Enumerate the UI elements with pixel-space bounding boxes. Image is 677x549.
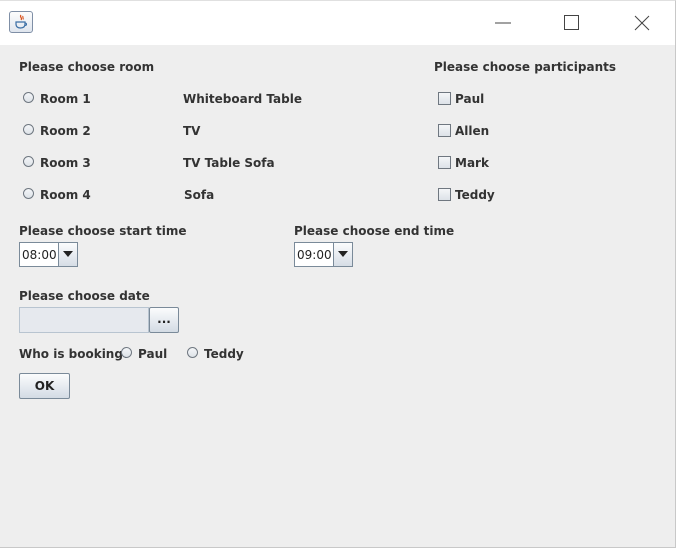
end-time-combobox[interactable]: 09:00 bbox=[294, 242, 353, 267]
room-1-label[interactable]: Room 1 bbox=[40, 92, 91, 106]
date-picker-button[interactable]: ... bbox=[149, 307, 179, 333]
participant-mark-label[interactable]: Mark bbox=[455, 156, 489, 170]
room-heading: Please choose room bbox=[19, 60, 155, 74]
participant-allen-label[interactable]: Allen bbox=[455, 124, 489, 138]
participant-teddy-checkbox[interactable] bbox=[438, 188, 451, 201]
room-2-radio[interactable] bbox=[23, 124, 34, 135]
participant-allen-checkbox[interactable] bbox=[438, 124, 451, 137]
room-3-label[interactable]: Room 3 bbox=[40, 156, 91, 170]
participant-mark-checkbox[interactable] bbox=[438, 156, 451, 169]
chevron-down-icon[interactable] bbox=[333, 243, 352, 266]
end-time-value: 09:00 bbox=[297, 248, 332, 262]
room-1-radio[interactable] bbox=[23, 92, 34, 103]
minimize-icon[interactable] bbox=[493, 13, 513, 33]
participants-heading: Please choose participants bbox=[434, 60, 616, 74]
room-3-equipment: TV Table Sofa bbox=[183, 156, 275, 170]
booker-teddy-radio[interactable] bbox=[187, 347, 198, 358]
end-time-heading: Please choose end time bbox=[294, 224, 455, 238]
room-3-radio[interactable] bbox=[23, 156, 34, 167]
room-4-label[interactable]: Room 4 bbox=[40, 188, 91, 202]
booker-paul-radio[interactable] bbox=[121, 347, 132, 358]
start-time-value: 08:00 bbox=[22, 248, 57, 262]
close-icon[interactable] bbox=[632, 13, 652, 33]
start-time-heading: Please choose start time bbox=[19, 224, 187, 238]
participant-paul-checkbox[interactable] bbox=[438, 92, 451, 105]
booking-question: Who is booking? bbox=[19, 347, 130, 361]
java-cup-icon[interactable] bbox=[9, 11, 33, 33]
date-input[interactable] bbox=[19, 307, 149, 333]
maximize-icon[interactable] bbox=[562, 13, 582, 33]
start-time-combobox[interactable]: 08:00 bbox=[19, 242, 78, 267]
participant-paul-label[interactable]: Paul bbox=[455, 92, 484, 106]
booker-paul-label[interactable]: Paul bbox=[138, 347, 167, 361]
room-4-radio[interactable] bbox=[23, 188, 34, 199]
ok-button[interactable]: OK bbox=[19, 373, 70, 399]
title-bar[interactable] bbox=[0, 1, 675, 45]
chevron-down-icon[interactable] bbox=[58, 243, 77, 266]
room-2-equipment: TV bbox=[183, 124, 201, 138]
date-heading: Please choose date bbox=[19, 289, 150, 303]
room-2-label[interactable]: Room 2 bbox=[40, 124, 91, 138]
application-window: Please choose room Room 1 Whiteboard Tab… bbox=[0, 0, 676, 548]
room-4-equipment: Sofa bbox=[184, 188, 215, 202]
booker-teddy-label[interactable]: Teddy bbox=[204, 347, 244, 361]
room-1-equipment: Whiteboard Table bbox=[183, 92, 302, 106]
participant-teddy-label[interactable]: Teddy bbox=[455, 188, 495, 202]
